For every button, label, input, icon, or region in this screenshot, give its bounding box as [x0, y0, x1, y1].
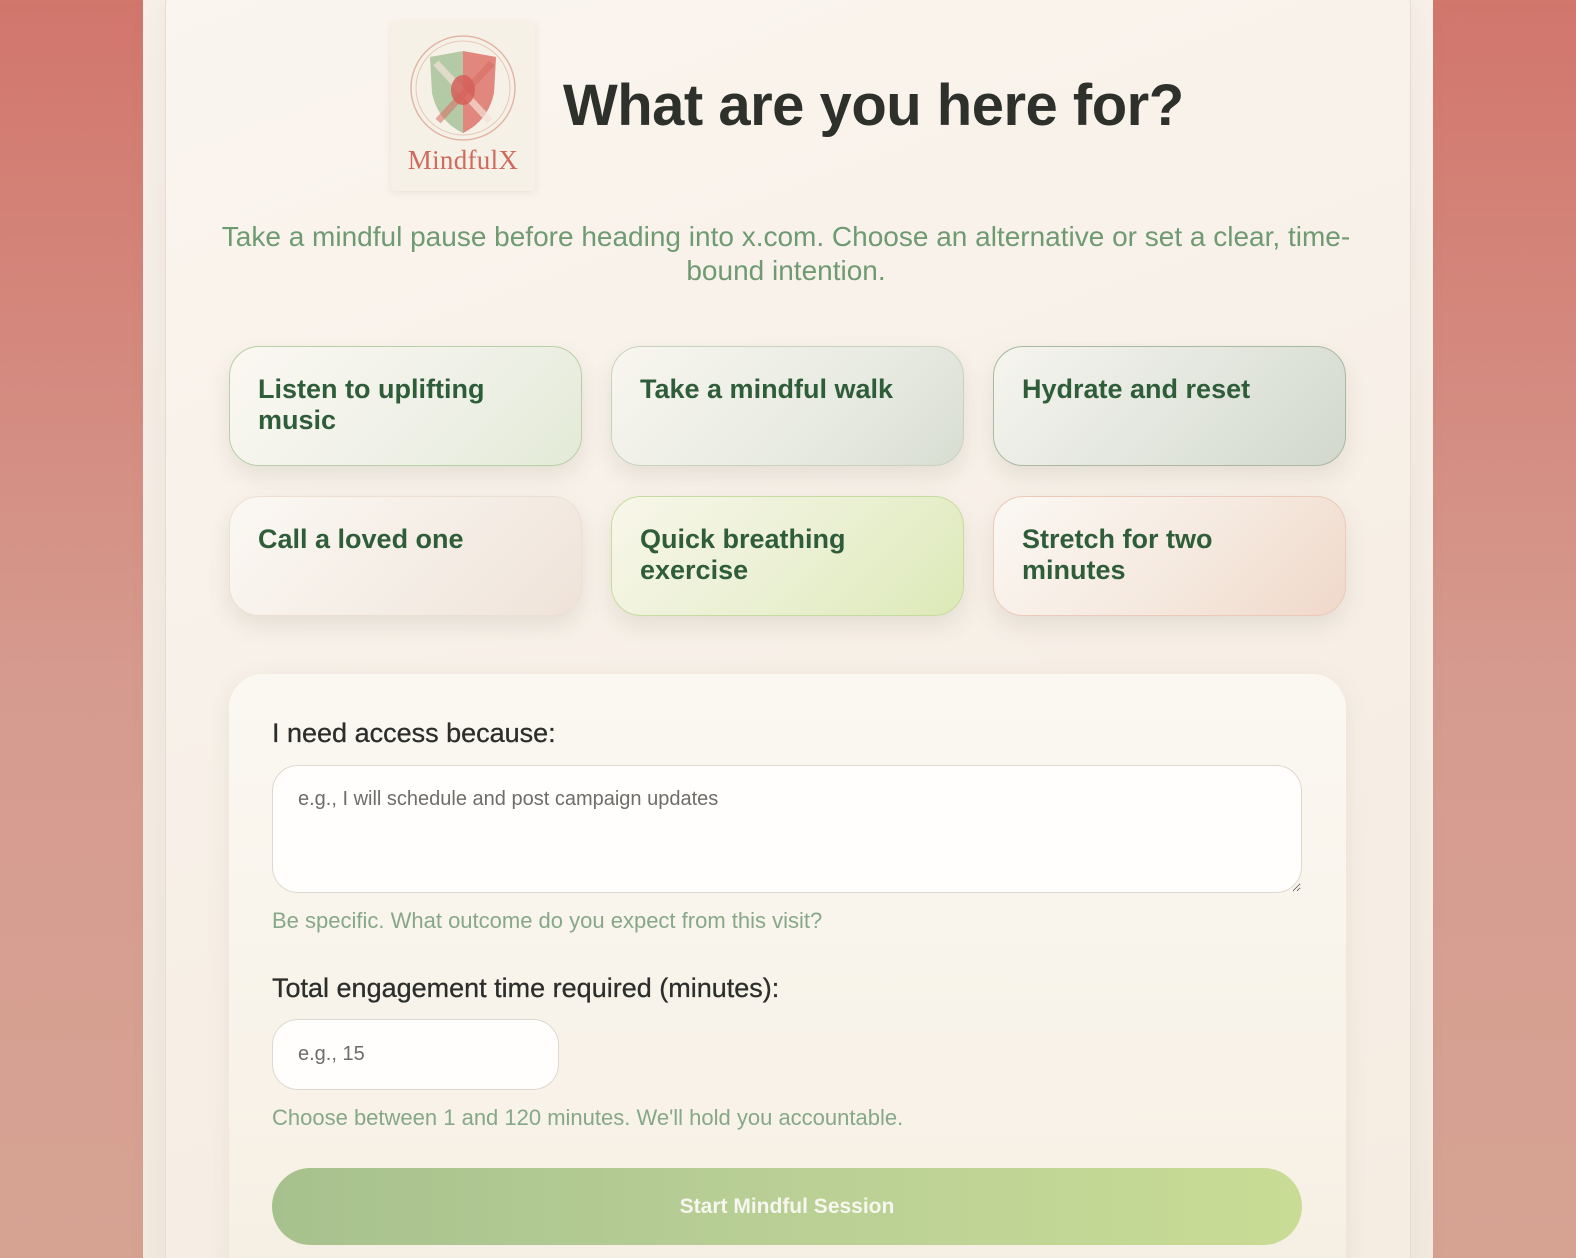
shield-icon [410, 35, 516, 141]
reason-hint: Be specific. What outcome do you expect … [272, 908, 823, 933]
option-stretch[interactable]: Stretch for two minutes [993, 496, 1346, 616]
reason-label: I need access because: [272, 718, 556, 748]
option-call-loved-one[interactable]: Call a loved one [229, 496, 582, 616]
page-title: What are you here for? [563, 73, 1184, 138]
option-mindful-walk[interactable]: Take a mindful walk [611, 346, 964, 466]
option-listen-music[interactable]: Listen to uplifting music [229, 346, 582, 466]
option-hydrate-reset[interactable]: Hydrate and reset [993, 346, 1346, 466]
time-hint: Choose between 1 and 120 minutes. We'll … [272, 1105, 904, 1130]
minutes-input[interactable] [272, 1019, 559, 1090]
page-subtitle: Take a mindful pause before heading into… [221, 221, 1351, 286]
option-breathing-exercise[interactable]: Quick breathing exercise [611, 496, 964, 616]
mindfulx-logo: MindfulX [391, 21, 535, 191]
reason-textarea[interactable] [272, 765, 1302, 893]
time-label: Total engagement time required (minutes)… [272, 973, 780, 1003]
start-session-button[interactable]: Start Mindful Session [272, 1168, 1302, 1245]
logo-wordmark: MindfulX [407, 145, 519, 175]
